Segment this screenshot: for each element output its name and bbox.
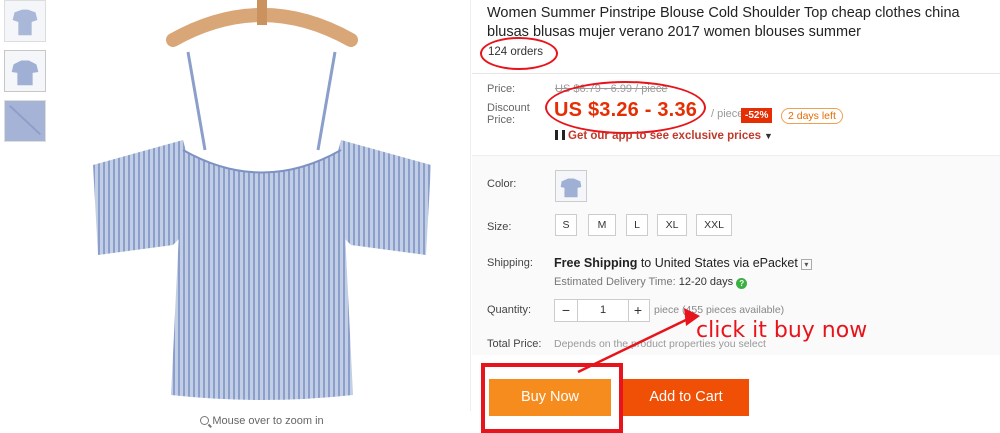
zoom-hint-text: Mouse over to zoom in	[212, 415, 324, 427]
delivery-days: 12-20 days	[678, 276, 734, 288]
quantity-plus-button[interactable]: +	[627, 300, 649, 321]
price-label: Price:	[487, 83, 516, 95]
app-exclusive-link[interactable]: Get our app to see exclusive prices ▼	[555, 130, 773, 142]
color-label: Color:	[487, 178, 517, 190]
shipping-dropdown-icon[interactable]: ▾	[800, 259, 812, 270]
size-option-xxl[interactable]: XXL	[696, 214, 732, 236]
total-price-label: Total Price:	[487, 338, 542, 350]
thumbnail-3[interactable]	[4, 100, 46, 142]
thumbnail-2[interactable]	[4, 50, 46, 92]
zoom-hint: Mouse over to zoom in	[53, 415, 471, 427]
per-piece: / piece	[711, 108, 744, 120]
quantity-available: piece (455 pieces available)	[654, 304, 785, 316]
product-details: Women Summer Pinstripe Blouse Cold Shoul…	[472, 0, 1000, 433]
shipping-free: Free Shipping	[554, 256, 638, 270]
days-left-badge: 2 days left	[781, 108, 843, 124]
magnifier-icon	[200, 416, 210, 425]
quantity-input[interactable]: 1	[577, 300, 629, 321]
qr-code-icon	[555, 130, 565, 140]
quantity-stepper: − 1 +	[554, 299, 650, 322]
product-title: Women Summer Pinstripe Blouse Cold Shoul…	[487, 5, 960, 40]
thumbnail-1[interactable]	[4, 0, 46, 42]
shipping-destination: to United States via ePacket	[640, 256, 798, 270]
delivery-label: Estimated Delivery Time:	[554, 276, 676, 288]
shipping-label: Shipping:	[487, 257, 533, 269]
divider	[472, 73, 1000, 74]
help-icon[interactable]: ?	[736, 278, 748, 289]
delivery-estimate: Estimated Delivery Time: 12-20 days?	[554, 276, 748, 289]
discount-price-label: Discount Price:	[487, 102, 530, 126]
discount-badge: -52%	[741, 108, 773, 123]
shipping-method[interactable]: Free Shipping to United States via ePack…	[554, 256, 812, 270]
size-option-s[interactable]: S	[555, 214, 577, 236]
size-option-m[interactable]: M	[588, 214, 616, 236]
size-option-xl[interactable]: XL	[657, 214, 687, 236]
chevron-down-icon: ▼	[764, 131, 773, 141]
quantity-label: Quantity:	[487, 304, 532, 316]
add-to-cart-button[interactable]: Add to Cart	[623, 379, 749, 416]
quantity-minus-button[interactable]: −	[555, 300, 577, 321]
color-swatch[interactable]	[555, 170, 587, 202]
thumbnail-strip	[4, 0, 48, 150]
size-label: Size:	[487, 221, 512, 233]
annotation-text: click it buy now	[696, 318, 868, 343]
buy-now-button[interactable]: Buy Now	[489, 379, 611, 416]
annotation-circle-price	[545, 81, 706, 134]
app-link-text: Get our app to see exclusive prices	[568, 130, 762, 142]
annotation-circle-orders	[480, 37, 558, 70]
product-main-image[interactable]	[53, 0, 471, 411]
size-option-l[interactable]: L	[626, 214, 648, 236]
